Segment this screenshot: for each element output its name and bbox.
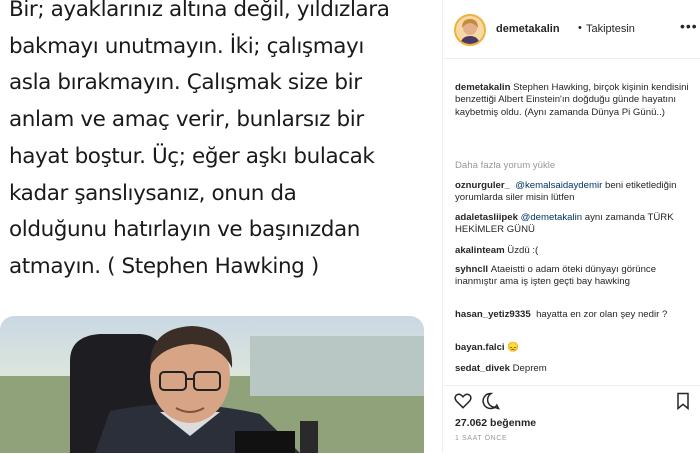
comment-username[interactable]: oznurguler_ xyxy=(455,180,510,191)
quote-line: hayat boştur. Üç; eğer aşkı bulacak xyxy=(9,144,375,169)
comment-username[interactable]: akalinteam xyxy=(455,245,505,256)
comment-text: Deprem xyxy=(512,363,547,374)
quote-line: kadar şanslıysanız, onun da xyxy=(9,181,297,206)
quote-text: Bir; ayaklarınız altına değil, yıldızlar… xyxy=(0,0,442,300)
separator-dot: • xyxy=(578,22,582,34)
timestamp[interactable]: 1 SAAT ÖNCE xyxy=(455,435,507,442)
comment-text: hayatta en zor olan şey nedir ? xyxy=(536,309,668,320)
comment-username[interactable]: sedat_divek xyxy=(455,363,510,374)
comment-icon[interactable] xyxy=(481,391,501,411)
comment: bayan.falci 😞 xyxy=(455,342,691,354)
comment-text: 😞 xyxy=(507,342,520,353)
comment-username[interactable]: hasan_yetiz9335 xyxy=(455,309,531,320)
bookmark-icon[interactable] xyxy=(673,391,693,411)
like-count[interactable]: 27.062 beğenme xyxy=(455,417,536,429)
caption: demetakalin Stephen Hawking, birçok kişi… xyxy=(455,82,691,119)
comment: akalinteam Üzdü :( xyxy=(455,245,691,257)
header-username[interactable]: demetakalin xyxy=(496,23,560,35)
comment: hasan_yetiz9335 hayatta en zor olan şey … xyxy=(455,309,691,321)
comment: oznurguler_ @kemalsaidaydemir beni etike… xyxy=(455,180,691,205)
caption-username[interactable]: demetakalin xyxy=(455,82,510,93)
comment: sedat_divek Deprem xyxy=(455,363,691,375)
quote-line: olduğunu hatırlayın ve başınızdan xyxy=(9,217,361,242)
comment-username[interactable]: adaletasliipek xyxy=(455,212,518,223)
quote-line: anlam ve amaç verir, bunlarsız bir xyxy=(9,107,364,132)
more-options-icon[interactable]: ••• xyxy=(680,18,698,34)
quote-line: Bir; ayaklarınız altına değil, yıldızlar… xyxy=(9,0,390,22)
comment-username[interactable]: syhncll xyxy=(455,264,488,275)
avatar[interactable] xyxy=(454,14,486,46)
post-header: demetakalin • Takiptesin ••• xyxy=(443,0,700,59)
quote-line: bakmayı unutmayın. İki; çalışmayı xyxy=(9,34,364,59)
comment-text: Üzdü :( xyxy=(507,245,539,256)
comment: syhncll Ataeistti o adam öteki dünyayı g… xyxy=(455,264,691,289)
load-more-comments-link[interactable]: Daha fazla yorum yükle xyxy=(455,160,555,171)
post-image[interactable]: Bir; ayaklarınız altına değil, yıldızlar… xyxy=(0,0,443,453)
follow-status-button[interactable]: Takiptesin xyxy=(586,23,635,35)
comments-list: demetakalin Stephen Hawking, birçok kişi… xyxy=(443,58,700,388)
comment-mention[interactable]: @demetakalin xyxy=(521,212,582,223)
comment: adaletasliipek @demetakalin aynı zamanda… xyxy=(455,212,691,237)
quote-line: asla bırakmayın. Çalışmak size bir xyxy=(9,70,362,95)
actions-bar: 27.062 beğenme 1 SAAT ÖNCE xyxy=(443,385,700,454)
heart-icon[interactable] xyxy=(453,391,473,411)
comment-username[interactable]: bayan.falci xyxy=(455,342,505,353)
post-side-panel: demetakalin • Takiptesin ••• demetakalin… xyxy=(443,0,700,454)
portrait-photo xyxy=(0,316,424,453)
comment-mention[interactable]: @kemalsaidaydemir xyxy=(515,180,602,191)
quote-line: atmayın. ( Stephen Hawking ) xyxy=(9,254,319,279)
